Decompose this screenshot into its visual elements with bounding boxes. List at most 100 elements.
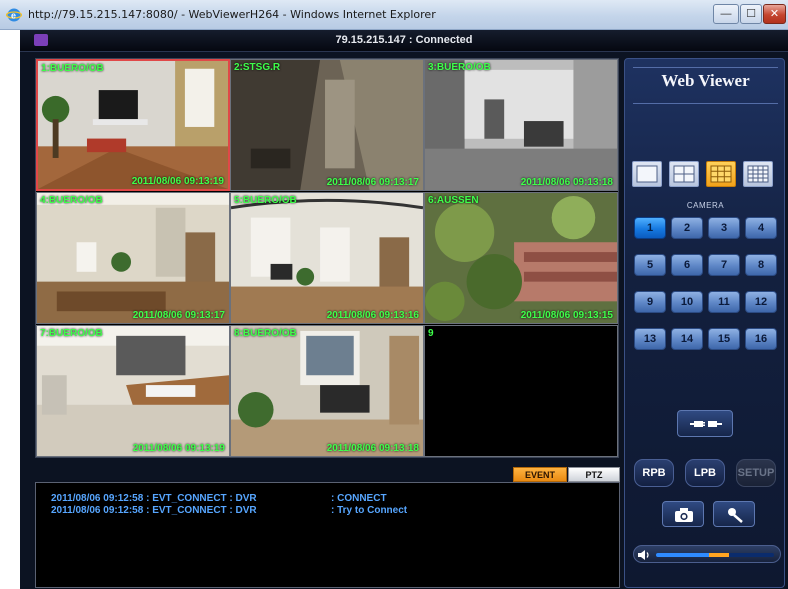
video-grid: 1:BUERO/OB 2011/08/06 09:13:19 2:STSG.R … [35, 58, 619, 458]
volume-track [656, 553, 774, 557]
camera-label: 1:BUERO/OB [41, 63, 104, 74]
window-title: http://79.15.215.147:8080/ - WebViewerH2… [28, 8, 436, 21]
camera-timestamp: 2011/08/06 09:13:18 [326, 443, 419, 454]
maximize-button[interactable]: ☐ [740, 4, 762, 24]
browser-titlebar: e http://79.15.215.147:8080/ - WebViewer… [0, 0, 788, 30]
camera-label: 4:BUERO/OB [40, 195, 103, 206]
volume-slider[interactable] [633, 545, 781, 563]
camera-button-1[interactable]: 1 [634, 217, 666, 239]
lpb-button[interactable]: LPB [685, 459, 725, 487]
camera-caption: CAMERA [686, 201, 725, 210]
layout-nine-icon [710, 165, 732, 183]
app-topbar: 79.15.215.147 : Connected [20, 30, 788, 52]
camera-button-2[interactable]: 2 [671, 217, 703, 239]
log-entry: 2011/08/06 09:12:58 : EVT_CONNECT : DVR … [51, 505, 619, 517]
camera-snapshot-icon [675, 508, 693, 522]
camera-timestamp: 2011/08/06 09:13:16 [326, 310, 419, 321]
layout-2x2-button[interactable] [669, 161, 699, 187]
camera-tile-5[interactable]: 5:BUERO/OB 2011/08/06 09:13:16 [230, 192, 424, 324]
camera-button-8[interactable]: 8 [745, 254, 777, 276]
connect-button[interactable] [677, 410, 733, 437]
minimize-icon: — [720, 8, 732, 20]
control-panel: Web Viewer CAMERA 1 2 3 4 5 6 7 8 9 10 1… [624, 58, 785, 588]
camera-button-7[interactable]: 7 [708, 254, 740, 276]
camera-button-13[interactable]: 13 [634, 328, 666, 350]
camera-timestamp: 2011/08/06 09:13:19 [131, 176, 224, 187]
camera-label: 8:BUERO/OB [234, 328, 297, 339]
browser-window: e http://79.15.215.147:8080/ - WebViewer… [0, 0, 788, 589]
camera-feed-6 [425, 193, 617, 323]
layout-4x4-button[interactable] [743, 161, 773, 187]
microphone-button[interactable] [713, 501, 755, 527]
log-result: : Try to Connect [331, 505, 408, 516]
camera-label: 5:BUERO/OB [234, 195, 297, 206]
camera-button-11[interactable]: 11 [708, 291, 740, 313]
layout-single-icon [636, 165, 658, 183]
title-divider-top [633, 67, 778, 68]
log-entry: 2011/08/06 09:12:58 : EVT_CONNECT : DVR … [51, 493, 619, 505]
camera-button-5[interactable]: 5 [634, 254, 666, 276]
setup-button[interactable]: SETUP [736, 459, 776, 487]
camera-tile-4[interactable]: 4:BUERO/OB 2011/08/06 09:13:17 [36, 192, 230, 324]
camera-button-14[interactable]: 14 [671, 328, 703, 350]
camera-label: 6:AUSSEN [428, 195, 479, 206]
camera-button-4[interactable]: 4 [745, 217, 777, 239]
microphone-icon [728, 508, 743, 523]
layout-sixteen-icon [747, 165, 769, 183]
camera-tile-7[interactable]: 7:BUERO/OB 2011/08/06 09:13:19 [36, 325, 230, 457]
tab-ptz[interactable]: PTZ [568, 467, 620, 482]
tab-event[interactable]: EVENT [513, 467, 567, 482]
plug-connect-icon [690, 421, 722, 427]
camera-button-9[interactable]: 9 [634, 291, 666, 313]
panel-title: Web Viewer [661, 71, 750, 90]
camera-tile-8[interactable]: 8:BUERO/OB 2011/08/06 09:13:18 [230, 325, 424, 457]
internet-explorer-icon: e [6, 8, 22, 22]
camera-label: 2:STSG.R [234, 62, 281, 73]
camera-button-15[interactable]: 15 [708, 328, 740, 350]
camera-timestamp: 2011/08/06 09:13:19 [132, 443, 225, 454]
connection-status: 79.15.215.147 : Connected [335, 34, 473, 46]
log-result: : CONNECT [331, 493, 387, 504]
svg-text:e: e [11, 11, 16, 21]
log-message: 2011/08/06 09:12:58 : EVT_CONNECT : DVR [51, 493, 257, 504]
camera-feed-3 [425, 60, 617, 190]
camera-feed-8 [231, 326, 423, 456]
camera-button-6[interactable]: 6 [671, 254, 703, 276]
camera-timestamp: 2011/08/06 09:13:18 [520, 177, 613, 188]
camera-label: 9 [428, 328, 434, 339]
camera-tile-6[interactable]: 6:AUSSEN 2011/08/06 09:13:15 [424, 192, 618, 324]
camera-feed-5 [231, 193, 423, 323]
camera-feed-1 [38, 61, 228, 189]
camera-timestamp: 2011/08/06 09:13:17 [326, 177, 419, 188]
speaker-icon [638, 550, 649, 560]
snapshot-button[interactable] [662, 501, 704, 527]
minimize-button[interactable]: — [713, 4, 739, 24]
camera-button-10[interactable]: 10 [671, 291, 703, 313]
camera-tile-9[interactable]: 9 [424, 325, 618, 457]
layout-3x3-button[interactable] [706, 161, 736, 187]
camera-label: 7:BUERO/OB [40, 328, 103, 339]
rpb-button[interactable]: RPB [634, 459, 674, 487]
web-viewer-app: 79.15.215.147 : Connected 1:BUERO/OB 201… [20, 30, 788, 589]
camera-timestamp: 2011/08/06 09:13:17 [132, 310, 225, 321]
camera-feed-2 [231, 60, 423, 190]
maximize-icon: ☐ [746, 8, 756, 20]
camera-feed-4 [37, 193, 229, 323]
camera-tile-3[interactable]: 3:BUERO/OB 2011/08/06 09:13:18 [424, 59, 618, 191]
camera-button-3[interactable]: 3 [708, 217, 740, 239]
camera-tile-1[interactable]: 1:BUERO/OB 2011/08/06 09:13:19 [36, 59, 230, 191]
volume-highlight [709, 553, 730, 557]
camera-feed-7 [37, 326, 229, 456]
close-icon: ✕ [769, 8, 780, 20]
layout-1x1-button[interactable] [632, 161, 662, 187]
log-message: 2011/08/06 09:12:58 : EVT_CONNECT : DVR [51, 505, 257, 516]
camera-button-16[interactable]: 16 [745, 328, 777, 350]
event-log: 2011/08/06 09:12:58 : EVT_CONNECT : DVR … [35, 482, 620, 588]
camera-label: 3:BUERO/OB [428, 62, 491, 73]
layout-quad-icon [673, 165, 695, 183]
camera-button-12[interactable]: 12 [745, 291, 777, 313]
close-button[interactable]: ✕ [763, 4, 786, 24]
camera-timestamp: 2011/08/06 09:13:15 [520, 310, 613, 321]
camera-tile-2[interactable]: 2:STSG.R 2011/08/06 09:13:17 [230, 59, 424, 191]
title-divider-bottom [633, 103, 778, 104]
